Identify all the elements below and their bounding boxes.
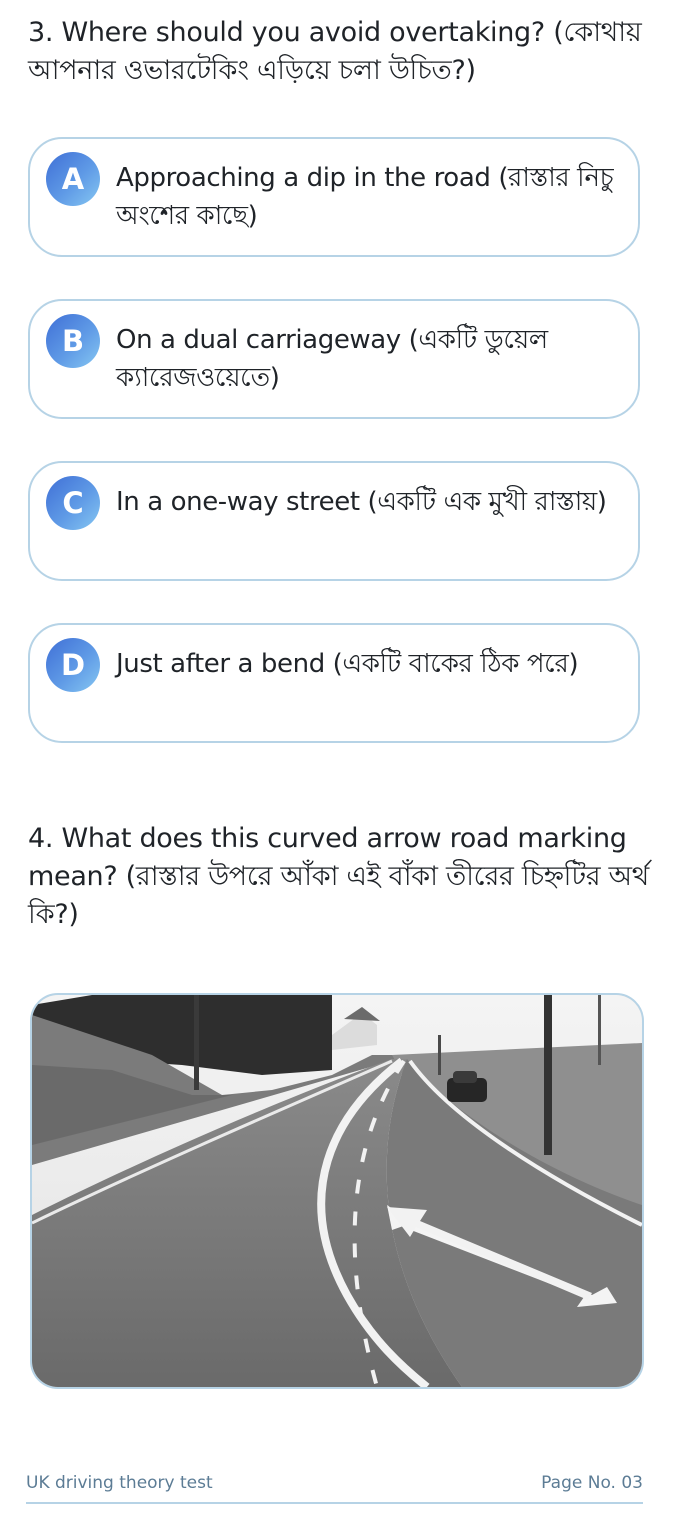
option-letter-badge: C [46,476,100,530]
option-letter-badge: A [46,152,100,206]
option-text: Approaching a dip in the road (রাস্তার ন… [116,163,614,231]
answer-option-b[interactable]: B On a dual carriageway (একটি ডুয়েল ক্য… [28,299,640,419]
question-4-text: 4. What does this curved arrow road mark… [28,823,649,930]
question-3-text: 3. Where should you avoid overtaking? (ক… [28,17,642,86]
road-photo [30,993,644,1389]
option-text: In a one-way street (একটি এক মুখী রাস্তা… [116,487,607,517]
option-letter-badge: B [46,314,100,368]
page-number: Page No. 03 [541,1473,643,1493]
answer-option-d[interactable]: D Just after a bend (একটি বাকের ঠিক পরে) [28,623,640,743]
footer-title: UK driving theory test [26,1473,213,1493]
footer-divider [26,1502,643,1504]
answer-option-a[interactable]: A Approaching a dip in the road (রাস্তার… [28,137,640,257]
option-text: Just after a bend (একটি বাকের ঠিক পরে) [116,649,579,679]
option-letter-badge: D [46,638,100,692]
answer-option-c[interactable]: C In a one-way street (একটি এক মুখী রাস্… [28,461,640,581]
option-text: On a dual carriageway (একটি ডুয়েল ক্যার… [116,325,548,393]
